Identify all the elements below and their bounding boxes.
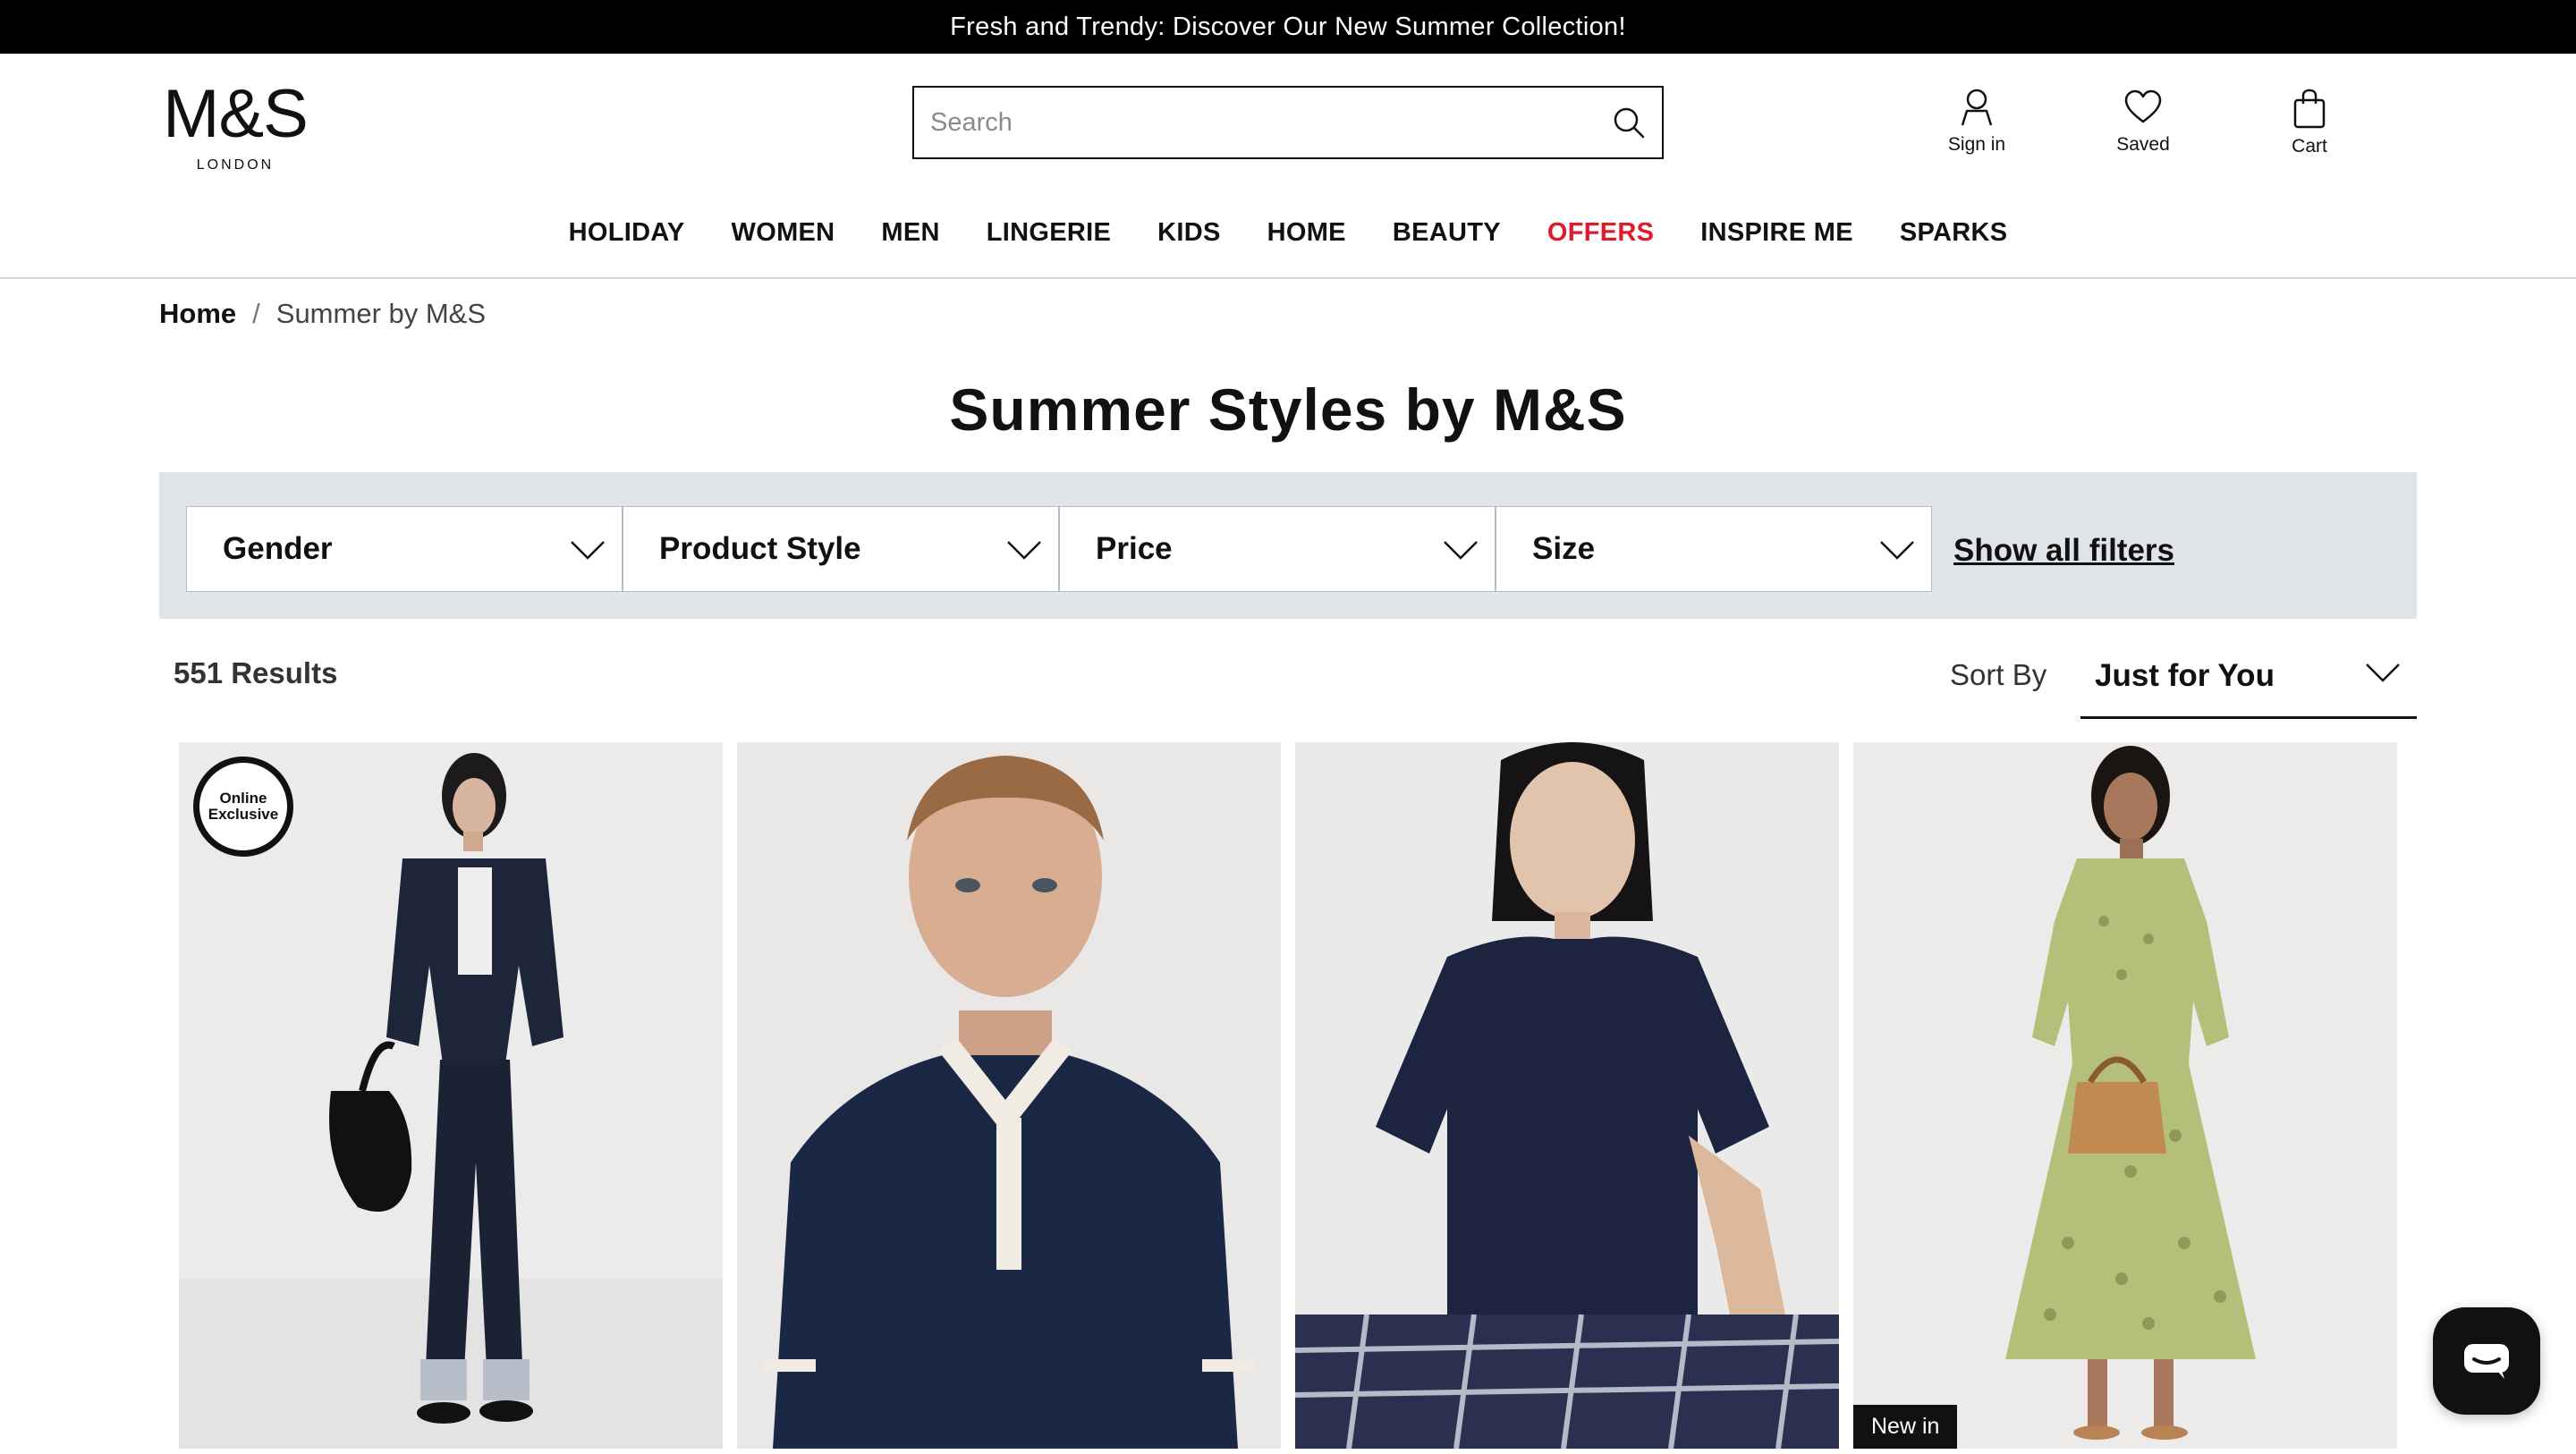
nav-item-holiday[interactable]: HOLIDAY: [546, 218, 708, 248]
woman-navy-tshirt-image: [1295, 742, 1839, 1449]
sign-in-button[interactable]: Sign in: [1923, 88, 2030, 156]
nav-item-home[interactable]: HOME: [1244, 218, 1369, 248]
nav-item-offers[interactable]: OFFERS: [1524, 218, 1677, 248]
filter-price-label: Price: [1096, 531, 1173, 566]
filter-size-label: Size: [1532, 531, 1596, 566]
chevron-down-icon: [571, 541, 605, 560]
nav-item-beauty[interactable]: BEAUTY: [1369, 218, 1524, 248]
search-box: [912, 86, 1664, 159]
search-icon: [1614, 107, 1645, 139]
product-card[interactable]: New in: [1853, 742, 2397, 1449]
promo-banner[interactable]: Fresh and Trendy: Discover Our New Summe…: [0, 0, 2576, 54]
chevron-down-icon: [2366, 664, 2400, 682]
cart-button[interactable]: Cart: [2256, 88, 2363, 157]
online-exclusive-badge: Online Exclusive: [193, 757, 293, 857]
woman-green-dress-image: [1853, 742, 2397, 1449]
nav-item-inspire-me[interactable]: INSPIRE ME: [1677, 218, 1877, 248]
shopping-bag-icon: [2293, 89, 2326, 129]
chevron-down-icon: [1444, 541, 1478, 560]
sort-label: Sort By: [1950, 658, 2047, 691]
saved-label: Saved: [2116, 134, 2170, 155]
page-title: Summer Styles by M&S: [949, 376, 1627, 443]
breadcrumb-current: Summer by M&S: [275, 298, 487, 329]
main-navigation: HOLIDAY WOMEN MEN LINGERIE KIDS HOME BEA…: [0, 206, 2576, 259]
filter-size-dropdown[interactable]: Size: [1496, 506, 1932, 592]
logo-wordmark: M&S: [163, 76, 309, 152]
filter-price-dropdown[interactable]: Price: [1059, 506, 1496, 592]
chat-bubble-icon: [2464, 1344, 2509, 1379]
filter-gender-dropdown[interactable]: Gender: [186, 506, 623, 592]
site-header: M&S LONDON Sign in Saved: [0, 54, 2576, 279]
product-grid: Online Exclusive New in: [179, 742, 2397, 1454]
breadcrumb-home-link[interactable]: Home: [159, 298, 236, 330]
brand-logo[interactable]: M&S LONDON: [159, 80, 311, 179]
user-icon: [1961, 89, 1993, 126]
filter-bar: Gender Product Style Price Size Show all…: [159, 472, 2417, 619]
sign-in-label: Sign in: [1947, 134, 2006, 155]
chevron-down-icon: [1007, 541, 1041, 560]
filter-gender-label: Gender: [223, 531, 333, 566]
sort-dropdown[interactable]: Just for You: [2080, 640, 2417, 719]
promo-text: Fresh and Trendy: Discover Our New Summe…: [950, 12, 1626, 41]
search-input[interactable]: [914, 88, 1596, 157]
nav-item-sparks[interactable]: SPARKS: [1877, 218, 2031, 248]
live-chat-button[interactable]: [2433, 1307, 2540, 1415]
account-actions: Sign in Saved Cart: [1923, 88, 2388, 168]
results-count: 551 Results: [174, 656, 338, 689]
logo-subtitle: LONDON: [196, 157, 275, 173]
nav-item-lingerie[interactable]: LINGERIE: [963, 218, 1134, 248]
breadcrumb: Home / Summer by M&S: [159, 298, 486, 330]
new-in-badge: New in: [1853, 1405, 1958, 1449]
filter-product-style-dropdown[interactable]: Product Style: [623, 506, 1059, 592]
breadcrumb-separator: /: [252, 298, 260, 329]
nav-item-women[interactable]: WOMEN: [708, 218, 859, 248]
sort-value: Just for You: [2095, 658, 2275, 693]
nav-item-men[interactable]: MEN: [858, 218, 962, 248]
saved-button[interactable]: Saved: [2089, 88, 2197, 156]
product-card[interactable]: [737, 742, 1281, 1449]
search-button[interactable]: [1596, 88, 1662, 157]
show-all-filters-link[interactable]: Show all filters: [1953, 533, 2174, 569]
cart-label: Cart: [2292, 136, 2327, 156]
chevron-down-icon: [1880, 541, 1914, 560]
product-card[interactable]: Online Exclusive: [179, 742, 723, 1449]
nav-item-kids[interactable]: KIDS: [1134, 218, 1244, 248]
product-card[interactable]: [1295, 742, 1839, 1449]
heart-icon: [2124, 89, 2162, 123]
filter-product-style-label: Product Style: [659, 531, 861, 566]
man-navy-polo-image: [737, 742, 1281, 1449]
